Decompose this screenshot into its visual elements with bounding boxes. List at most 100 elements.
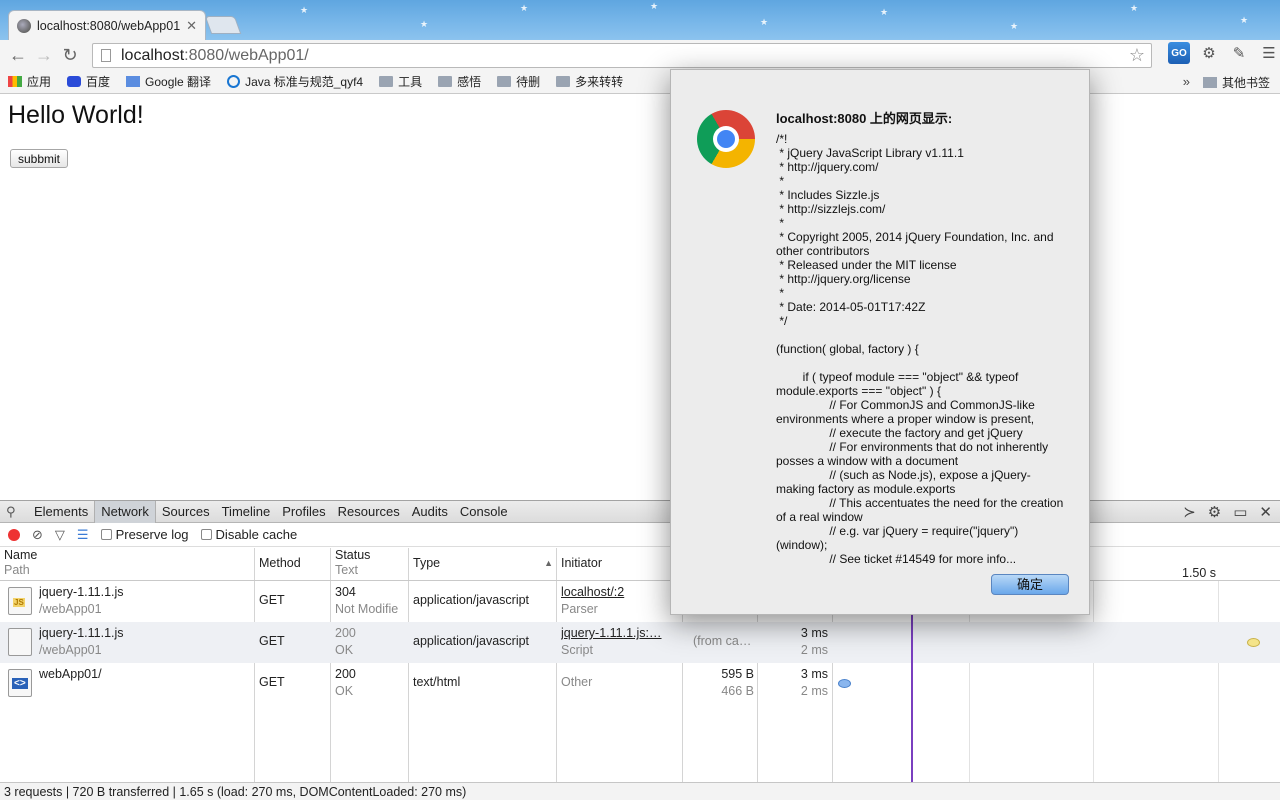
devtools-controls: ≻ ⚙ ▭ ✕ [1183,503,1272,521]
page-heading: Hello World! [8,101,144,129]
java-site-icon [227,75,241,88]
tab-timeline[interactable]: Timeline [216,501,277,523]
translate-icon [126,76,141,87]
header-name[interactable]: Name Path [0,548,41,581]
tab-elements[interactable]: Elements [28,501,94,523]
bookmark-star-icon[interactable]: ☆ [1129,45,1145,66]
back-arrow-icon[interactable]: ← [5,42,31,68]
network-summary: 3 requests | 720 B transferred | 1.65 s … [0,782,1280,800]
baidu-paw-icon [67,76,82,87]
bookmark-folder-tools[interactable]: 工具 [379,73,422,90]
address-bar[interactable]: localhost:8080/webApp01/ ☆ [92,43,1152,68]
tab-resources[interactable]: Resources [332,501,406,523]
bookmark-folder-to-delete[interactable]: 待删 [497,73,540,90]
folder-icon [379,76,394,87]
table-row[interactable]: webApp01/ GET 200OK text/html Other 595 … [0,663,1280,704]
apps-grid-icon [8,76,22,87]
alert-dialog: localhost:8080 上的网页显示: /*! * jQuery Java… [670,69,1090,615]
request-status: 304 Not Modifie [335,585,399,616]
submit-button[interactable]: subbmit [10,149,69,168]
forward-arrow-icon[interactable]: → [31,42,57,68]
disable-cache-checkbox[interactable]: Disable cache [200,527,297,542]
close-icon[interactable]: ✕ [1259,503,1272,521]
bookmark-java[interactable]: Java 标准与规范_qyf4 [227,73,363,90]
toolbar: ← → ↻ localhost:8080/webApp01/ ☆ GO ⚙ ✎ … [0,40,1280,70]
gear-icon[interactable]: ⚙ [1198,42,1220,64]
bookmark-folder-insights[interactable]: 感悟 [438,73,481,90]
bookmarks-overflow-chevron[interactable]: » [1183,74,1190,89]
other-bookmarks[interactable]: 其他书签 [1202,74,1270,91]
star-decoration: ★ [880,7,889,17]
table-row[interactable]: jquery-1.11.1.js/webApp01 GET 200 OK appl… [0,622,1280,663]
ok-button[interactable]: 确定 [991,574,1069,595]
record-icon[interactable] [8,528,20,541]
request-initiator: Other [561,675,593,689]
folder-icon [497,76,512,87]
js-file-icon [8,587,32,615]
tab-console[interactable]: Console [454,501,514,523]
html-file-icon [8,669,32,697]
timeline-bar [1247,638,1260,647]
header-status[interactable]: Status Text [331,548,374,581]
bookmark-folder-more[interactable]: 多来转转 [556,73,623,90]
tab-strip: ★ ★ ★ ★ ★ ★ ★ ★ ★ localhost:8080/webApp0… [0,0,1280,40]
request-initiator[interactable]: localhost/:2 Parser [561,584,679,618]
page-icon [101,49,111,62]
star-decoration: ★ [300,5,309,15]
star-decoration: ★ [760,17,769,27]
go-extension-icon[interactable]: GO [1168,42,1190,64]
dock-icon[interactable]: ▭ [1233,503,1247,521]
url-text: localhost:8080/webApp01/ [121,46,309,64]
dialog-title: localhost:8080 上的网页显示: [776,111,953,126]
timeline-bar [838,679,851,688]
folder-icon [1202,77,1217,88]
chrome-logo-icon [697,110,755,168]
request-time: 3 ms 2 ms [800,626,828,657]
star-decoration: ★ [1240,15,1249,25]
menu-icon[interactable]: ☰ [1258,42,1280,64]
checkbox-box [100,529,112,540]
request-type: text/html [413,675,461,689]
tab-title: localhost:8080/webApp01/ [37,18,181,33]
clear-icon[interactable]: ⊘ [32,527,43,543]
request-type: application/javascript [413,593,530,607]
tab-profiles[interactable]: Profiles [276,501,331,523]
star-decoration: ★ [1010,21,1019,31]
tab-sources[interactable]: Sources [156,501,216,523]
tab-network[interactable]: Network [94,500,156,523]
star-decoration: ★ [520,3,529,13]
request-size: 595 B 466 B [721,667,754,698]
request-status: 200 OK [335,626,356,657]
request-method: GET [259,675,285,689]
close-tab-icon[interactable]: ✕ [186,18,197,34]
request-name: webApp01/ [39,667,102,681]
filter-icon[interactable]: ▽ [55,527,65,543]
bookmark-baidu[interactable]: 百度 [67,73,110,90]
new-tab-button[interactable] [204,16,242,34]
preserve-log-checkbox[interactable]: Preserve log [100,527,189,542]
tab-active[interactable]: localhost:8080/webApp01/ ✕ [8,10,206,40]
checkbox-box [200,529,212,540]
tab-audits[interactable]: Audits [406,501,454,523]
reload-icon[interactable]: ↻ [57,42,83,68]
large-rows-icon[interactable]: ☰ [77,527,89,543]
bookmark-apps[interactable]: 应用 [8,73,51,90]
drawer-toggle-icon[interactable]: ≻ [1183,503,1196,521]
extension-area: GO ⚙ ✎ ☰ [1168,42,1280,64]
bookmark-google-translate[interactable]: Google 翻译 [126,73,211,90]
request-status: 200 OK [335,667,356,698]
request-name: jquery-1.11.1.js/webApp01 [39,626,124,657]
request-method: GET [259,593,285,607]
star-decoration: ★ [420,19,429,29]
evernote-icon[interactable]: ✎ [1228,42,1250,64]
request-initiator[interactable]: jquery-1.11.1.js:… Script [561,625,679,659]
gear-icon[interactable]: ⚙ [1208,503,1221,521]
request-type: application/javascript [413,634,530,648]
dialog-message: /*! * jQuery JavaScript Library v1.11.1 … [776,132,1064,564]
search-icon[interactable]: ⚲ [6,504,28,520]
request-size: (from ca… [693,634,752,648]
file-icon [8,628,32,656]
request-method: GET [259,634,285,648]
globe-icon [17,18,31,33]
folder-icon [556,76,571,87]
